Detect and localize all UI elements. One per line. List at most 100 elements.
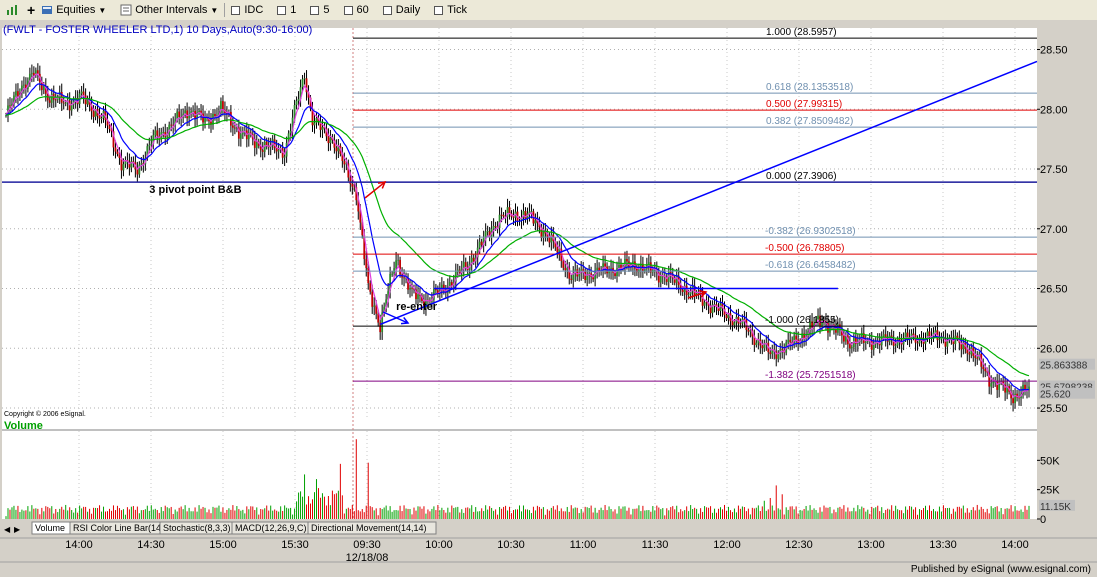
idc-button[interactable]: IDC bbox=[231, 2, 263, 18]
price-bar-body bbox=[327, 136, 330, 144]
chevron-down-icon: ▼ bbox=[210, 5, 219, 15]
price-bar-body bbox=[1012, 398, 1014, 404]
price-bar-body bbox=[373, 305, 376, 307]
price-bar-body bbox=[411, 287, 413, 289]
price-bar-body bbox=[150, 143, 153, 145]
price-bar-body bbox=[626, 258, 628, 262]
price-tick-label: 27.00 bbox=[1040, 224, 1068, 236]
last-price-label: 25.620 bbox=[1040, 390, 1071, 401]
time-tick-label: 12:30 bbox=[785, 539, 813, 551]
price-bar-body bbox=[596, 267, 599, 271]
price-bar-body bbox=[148, 144, 151, 147]
price-chart[interactable]: (FWLT - FOSTER WHEELER LTD,1) 10 Days,Au… bbox=[0, 20, 1097, 577]
price-bar-body bbox=[556, 247, 559, 253]
price-bar-body bbox=[725, 315, 728, 319]
price-bar-body bbox=[395, 260, 397, 269]
chart-annotation: re-enter bbox=[396, 301, 438, 313]
interval-daily-button[interactable]: Daily bbox=[382, 2, 421, 18]
chart-type-icon[interactable] bbox=[6, 2, 21, 18]
indicator-tab-label: Directional Movement(14,14) bbox=[311, 523, 427, 533]
interval-60-button[interactable]: 60 bbox=[343, 2, 369, 18]
price-bar-body bbox=[894, 345, 897, 347]
volume-title: Volume bbox=[4, 420, 43, 432]
interval-5-label: 5 bbox=[323, 4, 330, 16]
price-bar-body bbox=[769, 352, 772, 355]
price-bar-body bbox=[335, 147, 338, 152]
price-bar-body bbox=[687, 294, 690, 296]
indicator-tab[interactable]: Volume bbox=[31, 521, 71, 535]
price-bar-body bbox=[186, 110, 189, 119]
equities-label: Equities bbox=[56, 4, 96, 16]
checkbox-icon bbox=[310, 5, 320, 15]
price-bar-body bbox=[343, 160, 346, 165]
indicator-tab[interactable]: RSI Color Line Bar(14) bbox=[69, 521, 164, 535]
toolbar-divider bbox=[224, 3, 226, 17]
price-bar-body bbox=[391, 273, 394, 275]
price-bar-body bbox=[365, 259, 368, 269]
price-bar-body bbox=[369, 283, 372, 292]
fib-level-label: -1.000 (26.1855) bbox=[765, 315, 839, 326]
interval-tick-button[interactable]: Tick bbox=[434, 2, 467, 18]
price-bar-body bbox=[351, 183, 354, 187]
price-bar-body bbox=[570, 278, 573, 280]
interval-1-button[interactable]: 1 bbox=[277, 2, 296, 18]
price-bar-body bbox=[912, 333, 915, 336]
price-bar-body bbox=[928, 331, 931, 337]
price-bar-body bbox=[761, 345, 764, 349]
price-bar-body bbox=[403, 277, 405, 279]
price-bar-body bbox=[23, 84, 25, 86]
price-bar-body bbox=[992, 381, 995, 384]
time-tick-label: 11:30 bbox=[642, 539, 669, 551]
interval-5-button[interactable]: 5 bbox=[310, 2, 330, 18]
copyright-text: Copyright © 2006 eSignal. bbox=[4, 410, 86, 418]
price-bar-body bbox=[620, 264, 622, 268]
price-bar-body bbox=[882, 334, 885, 337]
price-bar-body bbox=[170, 124, 173, 126]
price-bar-body bbox=[329, 137, 332, 144]
price-bar-body bbox=[502, 214, 505, 217]
price-bar-body bbox=[178, 111, 181, 118]
equities-dropdown[interactable]: Equities ▼ bbox=[41, 2, 106, 18]
price-bar-body bbox=[739, 323, 742, 325]
price-bar-body bbox=[349, 177, 352, 184]
price-bar-body bbox=[478, 241, 481, 248]
price-bar-body bbox=[42, 86, 45, 91]
price-bar-body bbox=[534, 220, 537, 224]
chevron-down-icon: ▼ bbox=[98, 5, 107, 15]
checkbox-icon bbox=[231, 5, 241, 15]
idc-label: IDC bbox=[244, 4, 264, 16]
indicator-tab[interactable]: Stochastic(8,3,3) bbox=[159, 521, 233, 535]
price-bar-body bbox=[9, 105, 11, 107]
time-tick-label: 14:30 bbox=[137, 539, 165, 551]
checkbox-icon bbox=[382, 5, 392, 15]
fib-level-label: 1.000 (28.5957) bbox=[766, 27, 837, 38]
price-bar-body bbox=[789, 339, 792, 343]
price-bar-body bbox=[283, 156, 286, 158]
interval-daily-label: Daily bbox=[395, 4, 421, 16]
price-bar-body bbox=[371, 291, 374, 307]
checkbox-icon bbox=[343, 5, 353, 15]
price-bar-body bbox=[984, 369, 987, 372]
price-bar-body bbox=[508, 207, 511, 214]
price-bar-body bbox=[494, 226, 497, 227]
indicator-tab[interactable]: MACD(12,26,9,C) bbox=[231, 521, 309, 535]
intervals-dropdown[interactable]: Other Intervals ▼ bbox=[120, 2, 218, 18]
price-bar-body bbox=[116, 151, 119, 155]
indicator-tab[interactable]: Directional Movement(14,14) bbox=[307, 521, 437, 535]
interval-tick-label: Tick bbox=[447, 4, 467, 16]
time-tick-label: 10:30 bbox=[497, 539, 525, 551]
price-bar-body bbox=[749, 330, 752, 332]
indicator-tab-label: MACD(12,26,9,C) bbox=[235, 523, 307, 533]
fib-level-label: 0.382 (27.8509482) bbox=[766, 116, 853, 127]
price-bar-body bbox=[397, 259, 399, 261]
volume-tick-label: 50K bbox=[1040, 455, 1060, 467]
price-bar-body bbox=[233, 127, 236, 129]
price-bar-body bbox=[512, 216, 515, 218]
price-bar-body bbox=[301, 78, 304, 88]
add-icon[interactable]: + bbox=[27, 2, 35, 18]
checkbox-icon bbox=[277, 5, 287, 15]
price-bar-body bbox=[968, 353, 971, 355]
price-bar-body bbox=[956, 335, 959, 338]
checkbox-icon bbox=[434, 5, 444, 15]
price-bar-body bbox=[777, 353, 780, 359]
